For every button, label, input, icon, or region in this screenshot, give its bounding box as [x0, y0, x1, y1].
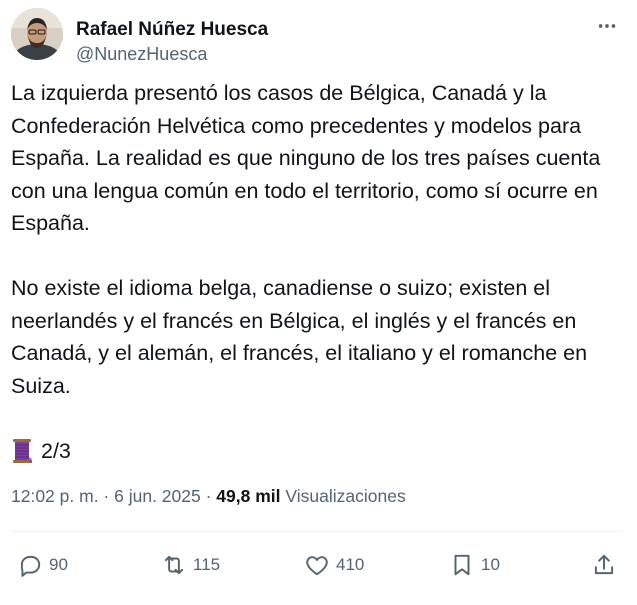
tweet-date[interactable]: 6 jun. 2025: [114, 486, 201, 506]
author-name[interactable]: Rafael Núñez Huesca: [76, 19, 268, 41]
like-button[interactable]: 410: [304, 548, 364, 582]
thread-count: 2/3: [41, 438, 71, 463]
bookmark-button[interactable]: 10: [449, 548, 500, 582]
reply-icon: [20, 555, 41, 577]
thread-marker: 2/3: [11, 435, 629, 468]
reply-button[interactable]: 90: [17, 548, 68, 582]
more-options-button[interactable]: [591, 10, 623, 42]
meta-separator: ·: [200, 486, 217, 506]
views-count: 49,8 mil: [216, 486, 281, 506]
action-bar: 90 115 410 10: [11, 548, 623, 582]
divider: [11, 531, 623, 532]
heart-icon: [306, 556, 328, 576]
like-count: 410: [336, 555, 365, 574]
tweet-paragraph: La izquierda presentó los casos de Bélgi…: [11, 81, 601, 235]
thread-spool-icon: [11, 438, 33, 464]
reply-count: 90: [49, 555, 68, 574]
share-icon: [594, 554, 614, 575]
tweet: Rafael Núñez Huesca @NunezHuesca La izqu…: [0, 0, 637, 605]
tweet-text: La izquierda presentó los casos de Bélgi…: [11, 77, 629, 467]
views-label: Visualizaciones: [285, 486, 406, 506]
retweet-count: 115: [193, 555, 221, 574]
tweet-header: Rafael Núñez Huesca @NunezHuesca: [11, 8, 623, 65]
more-icon: [598, 24, 616, 28]
retweet-icon: [164, 555, 184, 575]
bookmark-count: 10: [481, 555, 500, 574]
avatar[interactable]: [11, 8, 63, 60]
meta-separator: ·: [98, 486, 115, 506]
tweet-time[interactable]: 12:02 p. m.: [11, 486, 99, 506]
tweet-meta: 12:02 p. m. · 6 jun. 2025 · 49,8 mil Vis…: [11, 486, 406, 507]
retweet-button[interactable]: 115: [161, 548, 220, 582]
tweet-paragraph: No existe el idioma belga, canadiense o …: [11, 276, 588, 398]
share-button[interactable]: [591, 548, 617, 582]
author-handle[interactable]: @NunezHuesca: [76, 44, 207, 65]
bookmark-icon: [454, 554, 470, 576]
